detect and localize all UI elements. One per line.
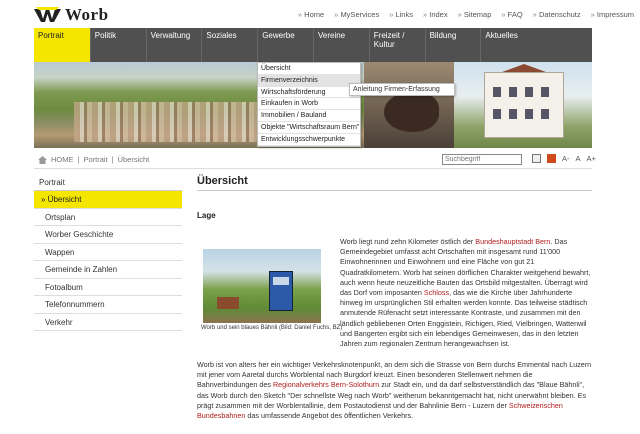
paragraph-text: Worb liegt rund zehn Kilometer östlich d… — [340, 237, 476, 246]
nav-tab-portrait[interactable]: Portrait — [34, 28, 90, 62]
historic-house-photo — [454, 62, 592, 148]
utility-nav: Home MyServices Links Index Sitemap FAQ … — [298, 10, 634, 19]
logo-text: Worb — [65, 5, 109, 24]
font-decrease-button[interactable]: A- — [562, 154, 570, 163]
utility-link-impressum[interactable]: Impressum — [591, 10, 634, 19]
photo-caption: Worb und sein blaues Bähnli (Bild: Danie… — [201, 325, 343, 331]
dropdown-item-entwicklungsschwerpunkte[interactable]: Entwicklungsschwerpunkte — [258, 134, 360, 146]
dropdown-item-firmenverzeichnis[interactable]: Firmenverzeichnis — [258, 74, 360, 87]
dropdown-item-wirtschaftsfoerderung[interactable]: Wirtschaftsförderung — [258, 87, 360, 99]
paragraph-location: Worb liegt rund zehn Kilometer östlich d… — [340, 237, 592, 349]
link-regionalverkehrs-bern-solothurn[interactable]: Regionalverkehrs Bern-Solothurn — [273, 380, 379, 389]
breadcrumb-home[interactable]: HOME — [51, 155, 74, 164]
breadcrumb-separator: | — [111, 155, 114, 164]
sidebar-section-title[interactable]: Portrait — [34, 175, 182, 191]
sidebar-item-gemeinde-in-zahlen[interactable]: Gemeinde in Zahlen — [34, 261, 182, 279]
dropdown-item-einkaufen[interactable]: Einkaufen in Worb — [258, 98, 360, 111]
train-photo — [203, 249, 321, 323]
sidebar-item-verkehr[interactable]: Verkehr — [34, 314, 182, 331]
breadcrumb-separator: | — [77, 155, 80, 164]
font-increase-button[interactable]: A+ — [587, 154, 596, 163]
nav-tab-vereine[interactable]: Vereine — [312, 28, 369, 62]
bear-sculpture-photo — [364, 62, 454, 148]
nav-tab-verwaltung[interactable]: Verwaltung — [145, 28, 202, 62]
sidebar-item-telefonnummern[interactable]: Telefonnummern — [34, 296, 182, 314]
link-schloss[interactable]: Schloss — [424, 288, 449, 297]
utility-link-datenschutz[interactable]: Datenschutz — [533, 10, 581, 19]
breadcrumb: HOME | Portrait | Übersicht — [38, 155, 149, 164]
nav-tab-freizeit-kultur[interactable]: Freizeit / Kultur — [368, 28, 425, 62]
site-logo[interactable]: Worb — [34, 5, 109, 24]
nav-tab-soziales[interactable]: Soziales — [201, 28, 257, 62]
dropdown-item-immobilien[interactable]: Immobilien / Bauland — [258, 110, 360, 122]
rss-icon[interactable] — [547, 154, 556, 163]
page-title: Übersicht — [197, 175, 592, 191]
sidebar-item-worber-geschichte[interactable]: Worber Geschichte — [34, 226, 182, 244]
nav-tab-bildung[interactable]: Bildung — [424, 28, 481, 62]
breadcrumb-portrait[interactable]: Portrait — [83, 155, 107, 164]
nav-tab-gewerbe[interactable]: Gewerbe — [257, 28, 313, 62]
paragraph-text: das umfassende Angebot des öffentlichen … — [245, 411, 414, 421]
utility-link-sitemap[interactable]: Sitemap — [458, 10, 492, 19]
utility-link-myservices[interactable]: MyServices — [334, 10, 379, 19]
print-icon[interactable] — [532, 154, 541, 163]
main-content: Übersicht Lage Worb und sein blaues Bähn… — [197, 175, 592, 420]
dropdown-item-objekte[interactable]: Objekte "Wirtschaftsraum Bern" — [258, 122, 360, 134]
link-bundeshauptstadt-bern[interactable]: Bundeshauptstadt Bern — [475, 237, 550, 246]
sidebar-item-fotoalbum[interactable]: Fotoalbum — [34, 279, 182, 296]
home-icon[interactable] — [38, 155, 47, 164]
worb-logo-mark-icon — [34, 7, 64, 23]
utility-link-faq[interactable]: FAQ — [501, 10, 523, 19]
gewerbe-dropdown-menu: Übersicht Firmenverzeichnis Wirtschaftsf… — [257, 62, 361, 147]
search-input[interactable] — [442, 154, 522, 165]
nav-tab-aktuelles[interactable]: Aktuelles — [480, 28, 536, 62]
font-normal-button[interactable]: A — [576, 154, 581, 163]
paragraph-transport: Worb ist von alters her ein wichtiger Ve… — [197, 360, 592, 421]
divider — [34, 168, 592, 169]
paragraph-text: , das wie die Kirche über Jahrhunderte h… — [340, 288, 588, 349]
sidebar-item-ortsplan[interactable]: Ortsplan — [34, 209, 182, 226]
nav-tab-politik[interactable]: Politik — [89, 28, 146, 62]
breadcrumb-current: Übersicht — [117, 155, 150, 164]
sidebar-item-wappen[interactable]: Wappen — [34, 244, 182, 261]
page-tools: A- A A+ — [532, 154, 596, 163]
dropdown-flyout-anleitung[interactable]: Anleitung Firmen-Erfassung — [349, 83, 455, 96]
dropdown-item-uebersicht[interactable]: Übersicht — [258, 63, 360, 75]
utility-link-index[interactable]: Index — [423, 10, 447, 19]
utility-link-links[interactable]: Links — [389, 10, 413, 19]
section-heading-lage: Lage — [197, 211, 216, 220]
main-navigation: Portrait Politik Verwaltung Soziales Gew… — [34, 28, 592, 62]
utility-link-home[interactable]: Home — [298, 10, 324, 19]
sidebar-item-uebersicht[interactable]: Übersicht — [34, 191, 182, 209]
sidebar-nav: Portrait Übersicht Ortsplan Worber Gesch… — [34, 175, 182, 331]
